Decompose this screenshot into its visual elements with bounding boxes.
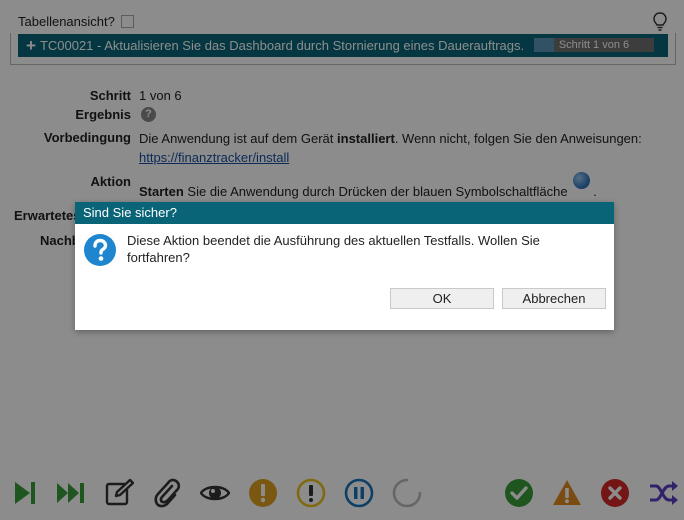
dialog-title: Sind Sie sicher? — [75, 202, 614, 224]
dialog-message: Diese Aktion beendet die Ausführung des … — [127, 233, 540, 265]
cancel-button[interactable]: Abbrechen — [502, 288, 606, 309]
test-runner-page: Tabellenansicht? + TC00021 - Aktualisier… — [0, 0, 684, 520]
ok-button[interactable]: OK — [390, 288, 494, 309]
question-icon — [84, 234, 116, 266]
confirm-dialog: Sind Sie sicher? Diese Aktion beendet di… — [75, 202, 614, 330]
